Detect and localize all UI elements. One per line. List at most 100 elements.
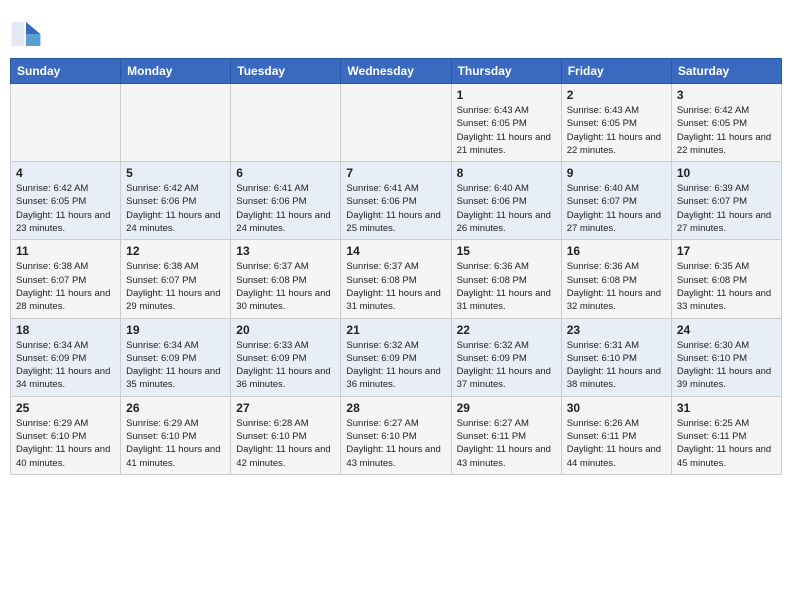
day-number: 2 [567,88,666,102]
day-info: Sunrise: 6:40 AM Sunset: 6:06 PM Dayligh… [457,182,556,235]
day-info: Sunrise: 6:37 AM Sunset: 6:08 PM Dayligh… [346,260,445,313]
calendar-cell: 24Sunrise: 6:30 AM Sunset: 6:10 PM Dayli… [671,318,781,396]
calendar-cell: 21 Sunrise: 6:32 AM Sunset: 6:09 PM Dayli… [341,318,451,396]
day-info: Sunrise: 6:31 AM Sunset: 6:10 PM Dayligh… [567,339,666,392]
day-number: 12 [126,244,225,258]
calendar-cell [341,84,451,162]
day-number: 16 [567,244,666,258]
day-info: Sunrise: 6:29 AM Sunset: 6:10 PM Dayligh… [126,417,225,470]
calendar-cell: 10Sunrise: 6:39 AM Sunset: 6:07 PM Dayli… [671,162,781,240]
calendar-cell: 17 Sunrise: 6:35 AM Sunset: 6:08 PM Dayli… [671,240,781,318]
day-info: Sunrise: 6:28 AM Sunset: 6:10 PM Dayligh… [236,417,335,470]
calendar-cell [11,84,121,162]
day-number: 3 [677,88,776,102]
column-header-monday: Monday [121,59,231,84]
calendar-cell: 29 Sunrise: 6:27 AM Sunset: 6:11 PM Dayli… [451,396,561,474]
day-number: 4 [16,166,115,180]
day-number: 18 [16,323,115,337]
calendar-cell: 26 Sunrise: 6:29 AM Sunset: 6:10 PM Dayli… [121,396,231,474]
calendar-cell [121,84,231,162]
column-header-sunday: Sunday [11,59,121,84]
calendar-cell: 3 Sunrise: 6:42 AM Sunset: 6:05 PM Daylig… [671,84,781,162]
day-number: 26 [126,401,225,415]
day-info: Sunrise: 6:32 AM Sunset: 6:09 PM Dayligh… [457,339,556,392]
day-number: 27 [236,401,335,415]
day-info: Sunrise: 6:36 AM Sunset: 6:08 PM Dayligh… [567,260,666,313]
day-info: Sunrise: 6:32 AM Sunset: 6:09 PM Dayligh… [346,339,445,392]
calendar-cell: 23 Sunrise: 6:31 AM Sunset: 6:10 PM Dayli… [561,318,671,396]
calendar-cell: 4Sunrise: 6:42 AM Sunset: 6:05 PM Daylig… [11,162,121,240]
day-info: Sunrise: 6:26 AM Sunset: 6:11 PM Dayligh… [567,417,666,470]
column-header-friday: Friday [561,59,671,84]
calendar-cell: 25 Sunrise: 6:29 AM Sunset: 6:10 PM Dayli… [11,396,121,474]
calendar-cell: 6 Sunrise: 6:41 AM Sunset: 6:06 PM Daylig… [231,162,341,240]
day-info: Sunrise: 6:30 AM Sunset: 6:10 PM Dayligh… [677,339,776,392]
calendar-cell: 18 Sunrise: 6:34 AM Sunset: 6:09 PM Dayli… [11,318,121,396]
calendar-cell: 2 Sunrise: 6:43 AM Sunset: 6:05 PM Daylig… [561,84,671,162]
day-number: 31 [677,401,776,415]
day-info: Sunrise: 6:42 AM Sunset: 6:05 PM Dayligh… [677,104,776,157]
day-info: Sunrise: 6:27 AM Sunset: 6:11 PM Dayligh… [457,417,556,470]
calendar-cell: 1 Sunrise: 6:43 AM Sunset: 6:05 PM Daylig… [451,84,561,162]
day-number: 21 [346,323,445,337]
day-number: 5 [126,166,225,180]
day-info: Sunrise: 6:27 AM Sunset: 6:10 PM Dayligh… [346,417,445,470]
day-info: Sunrise: 6:43 AM Sunset: 6:05 PM Dayligh… [457,104,556,157]
logo [10,18,46,50]
day-info: Sunrise: 6:34 AM Sunset: 6:09 PM Dayligh… [126,339,225,392]
calendar-cell: 9 Sunrise: 6:40 AM Sunset: 6:07 PM Daylig… [561,162,671,240]
logo-icon [10,18,42,50]
calendar-cell: 27 Sunrise: 6:28 AM Sunset: 6:10 PM Dayli… [231,396,341,474]
calendar-cell: 14 Sunrise: 6:37 AM Sunset: 6:08 PM Dayli… [341,240,451,318]
day-number: 9 [567,166,666,180]
day-number: 25 [16,401,115,415]
calendar-cell: 31 Sunrise: 6:25 AM Sunset: 6:11 PM Dayli… [671,396,781,474]
calendar-table: SundayMondayTuesdayWednesdayThursdayFrid… [10,58,782,475]
day-number: 14 [346,244,445,258]
day-info: Sunrise: 6:41 AM Sunset: 6:06 PM Dayligh… [346,182,445,235]
column-header-tuesday: Tuesday [231,59,341,84]
calendar-cell: 19 Sunrise: 6:34 AM Sunset: 6:09 PM Dayli… [121,318,231,396]
day-number: 29 [457,401,556,415]
day-info: Sunrise: 6:25 AM Sunset: 6:11 PM Dayligh… [677,417,776,470]
calendar-cell: 16 Sunrise: 6:36 AM Sunset: 6:08 PM Dayli… [561,240,671,318]
day-info: Sunrise: 6:42 AM Sunset: 6:06 PM Dayligh… [126,182,225,235]
calendar-cell: 15 Sunrise: 6:36 AM Sunset: 6:08 PM Dayli… [451,240,561,318]
calendar-cell: 20Sunrise: 6:33 AM Sunset: 6:09 PM Dayli… [231,318,341,396]
day-info: Sunrise: 6:40 AM Sunset: 6:07 PM Dayligh… [567,182,666,235]
day-number: 7 [346,166,445,180]
column-header-wednesday: Wednesday [341,59,451,84]
calendar-cell: 7 Sunrise: 6:41 AM Sunset: 6:06 PM Daylig… [341,162,451,240]
day-info: Sunrise: 6:43 AM Sunset: 6:05 PM Dayligh… [567,104,666,157]
page-header [10,10,782,50]
day-info: Sunrise: 6:35 AM Sunset: 6:08 PM Dayligh… [677,260,776,313]
day-info: Sunrise: 6:38 AM Sunset: 6:07 PM Dayligh… [16,260,115,313]
day-number: 17 [677,244,776,258]
day-info: Sunrise: 6:33 AM Sunset: 6:09 PM Dayligh… [236,339,335,392]
calendar-cell: 30 Sunrise: 6:26 AM Sunset: 6:11 PM Dayli… [561,396,671,474]
day-number: 6 [236,166,335,180]
calendar-cell [231,84,341,162]
calendar-week-row: 4Sunrise: 6:42 AM Sunset: 6:05 PM Daylig… [11,162,782,240]
calendar-cell: 8Sunrise: 6:40 AM Sunset: 6:06 PM Daylig… [451,162,561,240]
column-header-saturday: Saturday [671,59,781,84]
day-info: Sunrise: 6:38 AM Sunset: 6:07 PM Dayligh… [126,260,225,313]
day-number: 19 [126,323,225,337]
day-number: 13 [236,244,335,258]
calendar-header-row: SundayMondayTuesdayWednesdayThursdayFrid… [11,59,782,84]
day-number: 15 [457,244,556,258]
calendar-week-row: 18 Sunrise: 6:34 AM Sunset: 6:09 PM Dayli… [11,318,782,396]
day-info: Sunrise: 6:41 AM Sunset: 6:06 PM Dayligh… [236,182,335,235]
day-number: 30 [567,401,666,415]
day-number: 22 [457,323,556,337]
day-number: 23 [567,323,666,337]
day-info: Sunrise: 6:29 AM Sunset: 6:10 PM Dayligh… [16,417,115,470]
day-info: Sunrise: 6:37 AM Sunset: 6:08 PM Dayligh… [236,260,335,313]
calendar-cell: 28 Sunrise: 6:27 AM Sunset: 6:10 PM Dayli… [341,396,451,474]
day-number: 28 [346,401,445,415]
calendar-week-row: 11Sunrise: 6:38 AM Sunset: 6:07 PM Dayli… [11,240,782,318]
calendar-cell: 22 Sunrise: 6:32 AM Sunset: 6:09 PM Dayli… [451,318,561,396]
day-number: 1 [457,88,556,102]
day-info: Sunrise: 6:36 AM Sunset: 6:08 PM Dayligh… [457,260,556,313]
day-info: Sunrise: 6:34 AM Sunset: 6:09 PM Dayligh… [16,339,115,392]
